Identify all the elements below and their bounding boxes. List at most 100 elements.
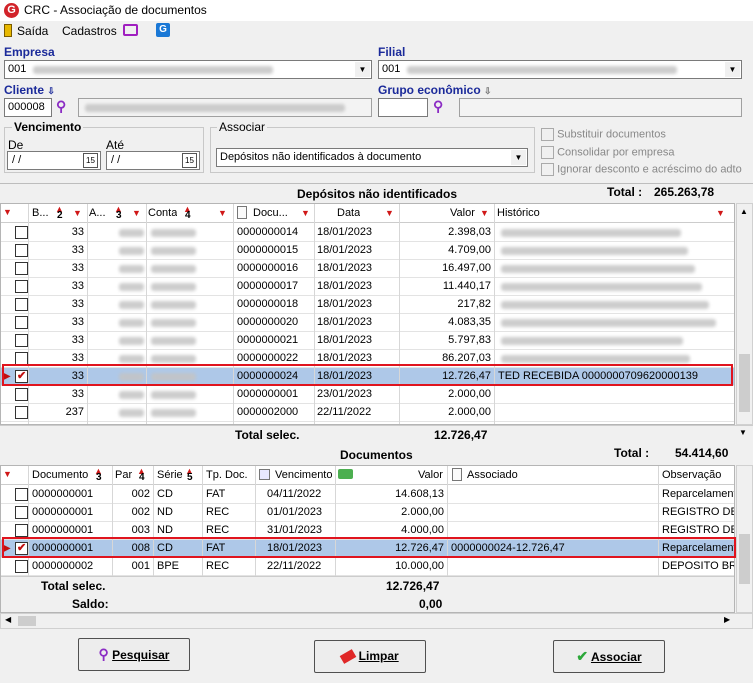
documentos-vscrollbar[interactable] [736,465,753,613]
row-checkbox[interactable] [15,280,28,293]
associar-label: Associar [217,120,268,134]
calendar-icon[interactable]: 15 [182,153,197,168]
vencimento-label: Vencimento [12,120,84,134]
ignorar-checkbox[interactable] [541,163,554,176]
consolidar-option[interactable]: Consolidar por empresa [541,146,674,159]
filter-icon[interactable]: ▼ [132,208,141,218]
chevron-down-icon[interactable]: ▼ [511,150,526,165]
col-a[interactable]: A... [89,207,106,219]
associar-button[interactable]: ✔ Associar [553,640,665,673]
col-historico[interactable]: Histórico [497,207,540,219]
row-checkbox[interactable] [15,298,28,311]
row-checkbox[interactable] [15,334,28,347]
substituir-option[interactable]: Substituir documentos [541,128,666,141]
filter-icon[interactable]: ▼ [218,208,227,218]
filter-icon[interactable]: ▼ [301,208,310,218]
chevron-down-icon[interactable]: ▼ [725,62,740,77]
filter-icon[interactable]: ▼ [716,208,725,218]
table-row[interactable]: 0000000002 001 BPE REC 22/11/2022 10.000,00 DE… [1,558,734,576]
col-associado[interactable]: Associado [467,469,518,481]
row-checkbox[interactable] [15,262,28,275]
table-row[interactable]: 33 0000000014 18/01/2023 2.398,03 [1,224,734,242]
search-icon: ⚲ [98,646,109,662]
limpar-button[interactable]: Limpar [314,640,426,673]
row-checkbox[interactable] [15,506,28,519]
filial-select[interactable]: 001 ▼ [378,60,742,79]
col-b[interactable]: B... [32,207,49,219]
cliente-code-input[interactable]: 000008 [4,98,52,117]
scroll-thumb[interactable] [739,354,750,412]
pesquisar-button[interactable]: ⚲ Pesquisar [78,638,190,671]
depositos-grid-header: ▼ B... ▲ 2 ▼ A... ▲ 3 ▼ Conta ▲ 4 ▼ Docu… [1,204,734,223]
highlight-documento [2,537,736,558]
row-checkbox[interactable] [15,560,28,573]
table-row[interactable]: 0000000001 002 CD FAT 04/11/2022 14.608,13 Rep… [1,486,734,504]
col-vencimento[interactable]: Vencimento [275,469,332,481]
app-logo-icon: G [4,3,19,18]
scroll-down-icon[interactable]: ▼ [739,428,747,437]
ate-label: Até [106,138,125,152]
monitor-icon[interactable] [123,24,138,36]
search-icon[interactable]: ⚲ [433,98,451,116]
scroll-thumb[interactable] [739,534,750,584]
documentos-total-label: Total : [614,446,650,460]
table-row[interactable]: 33 0000000021 18/01/2023 5.797,83 [1,332,734,350]
de-label: De [8,138,24,152]
table-row[interactable]: 33 0000000001 23/01/2023 2.000,00 [1,386,734,404]
table-row[interactable]: 33 0000000015 18/01/2023 4.709,00 [1,242,734,260]
row-checkbox[interactable] [15,226,28,239]
filter-icon[interactable]: ▼ [480,208,489,218]
menu-cadastros[interactable]: Cadastros [62,24,117,38]
row-checkbox[interactable] [15,316,28,329]
calendar-icon [259,469,270,480]
col-documento[interactable]: Documento [32,469,88,481]
documentos-rows: 0000000001 002 CD FAT 04/11/2022 14.608,13 Rep… [1,486,734,576]
scroll-thumb[interactable] [18,616,36,626]
calendar-icon[interactable]: 15 [83,153,98,168]
ate-date-input[interactable]: / / 15 [106,151,200,170]
col-observacao[interactable]: Observação [662,469,721,481]
depositos-vscrollbar[interactable]: ▲ [736,203,753,425]
row-checkbox[interactable] [15,488,28,501]
filter-icon[interactable]: ▼ [73,208,82,218]
row-checkbox[interactable] [15,406,28,419]
scroll-right-icon[interactable]: ▶ [724,615,730,624]
substituir-checkbox[interactable] [541,128,554,141]
documentos-hscrollbar[interactable]: ◀ ▶ [0,613,753,629]
menu-bar: Saída Cadastros G [0,21,753,42]
table-row[interactable]: 33 0000000016 18/01/2023 16.497,00 [1,260,734,278]
filter-icon[interactable]: ▼ [385,208,394,218]
row-checkbox[interactable] [15,244,28,257]
table-row[interactable]: 33 0000000020 18/01/2023 4.083,35 [1,314,734,332]
chevron-down-icon[interactable]: ▼ [355,62,370,77]
col-data[interactable]: Data [337,207,360,219]
depositos-total-label: Total : [607,185,643,199]
col-par[interactable]: Par [115,469,132,481]
col-tpdoc[interactable]: Tp. Doc. [206,469,248,481]
col-valor[interactable]: Valor [450,207,475,219]
col-valor[interactable]: Valor [418,469,443,481]
g-app-icon[interactable]: G [156,23,170,37]
depositos-grid[interactable]: ▼ B... ▲ 2 ▼ A... ▲ 3 ▼ Conta ▲ 4 ▼ Docu… [0,203,735,425]
search-icon[interactable]: ⚲ [56,98,74,116]
scroll-left-icon[interactable]: ◀ [5,615,11,624]
de-date-input[interactable]: / / 15 [7,151,101,170]
table-row[interactable]: 237 0000002000 22/11/2022 2.000,00 [1,404,734,422]
col-serie[interactable]: Série [157,469,183,481]
table-row[interactable]: 33 0000000018 18/01/2023 217,82 [1,296,734,314]
menu-saida[interactable]: Saída [17,24,48,38]
associar-select[interactable]: Depósitos não identificados à documento … [216,148,528,167]
title-bar: G CRC - Associação de documentos [0,0,753,21]
col-conta[interactable]: Conta [148,207,177,219]
consolidar-checkbox[interactable] [541,146,554,159]
ignorar-option[interactable]: Ignorar desconto e acréscimo do adto [541,163,742,176]
grupo-name-field [459,98,742,117]
table-row[interactable]: 33 0000000017 18/01/2023 11.440,17 [1,278,734,296]
empresa-select[interactable]: 001 ▼ [4,60,372,79]
row-checkbox[interactable] [15,524,28,537]
row-checkbox[interactable] [15,388,28,401]
table-row[interactable]: 0000000001 002 ND REC 01/01/2023 2.000,00 REGI… [1,504,734,522]
grupo-code-input[interactable] [378,98,428,117]
money-icon [338,469,353,479]
col-documento[interactable]: Docu... [253,207,288,219]
